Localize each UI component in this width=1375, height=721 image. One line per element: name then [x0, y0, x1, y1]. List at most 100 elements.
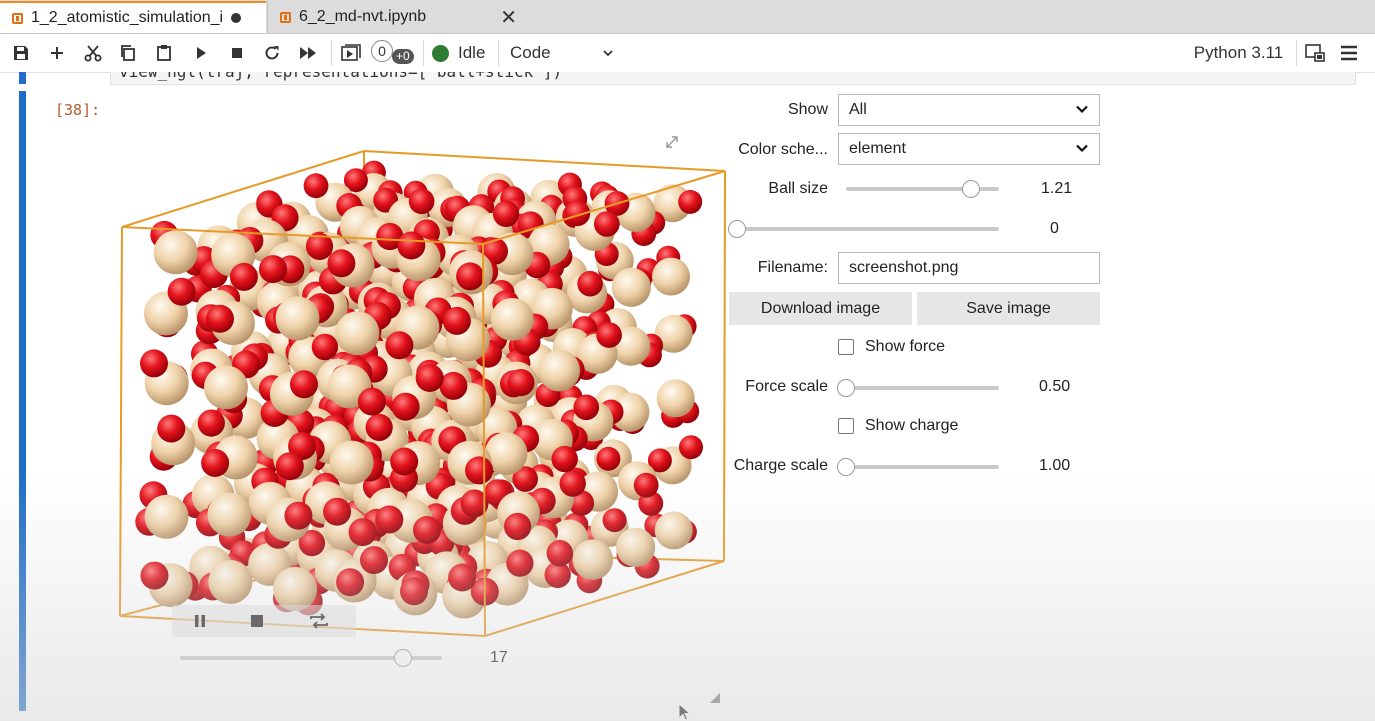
- cation-atom: [611, 267, 651, 307]
- active-cell-indicator[interactable]: [19, 91, 26, 711]
- oxygen-atom: [596, 322, 622, 348]
- show-force-label: Show force: [865, 338, 946, 355]
- color-scheme-label: Color sche...: [738, 141, 828, 158]
- oxygen-atom: [439, 371, 468, 400]
- force-scale-slider-thumb[interactable]: [837, 379, 855, 397]
- execution-count: 0: [371, 40, 393, 62]
- oxygen-atom: [390, 447, 419, 476]
- oxygen-atom: [413, 516, 441, 544]
- oxygen-atom: [259, 255, 287, 284]
- force-scale-label: Force scale: [745, 378, 828, 395]
- cut-icon[interactable]: [80, 34, 106, 72]
- tab-notebook-1[interactable]: 1_2_atomistic_simulation_i: [0, 1, 266, 33]
- chevron-down-icon: [603, 50, 613, 57]
- cell-type-dropdown[interactable]: Code: [510, 34, 618, 72]
- oxygen-atom: [492, 200, 520, 227]
- kernel-status-label: Idle: [458, 43, 486, 62]
- oxygen-atom: [201, 449, 230, 477]
- add-icon[interactable]: [44, 34, 70, 72]
- chevron-down-icon: [1076, 144, 1088, 153]
- oxygen-atom: [397, 231, 426, 260]
- oxygen-atom: [229, 262, 258, 291]
- cation-atom: [207, 492, 252, 537]
- save-icon[interactable]: [8, 34, 34, 72]
- oxygen-atom: [442, 306, 471, 335]
- oxygen-atom: [206, 304, 234, 333]
- ball-size-slider-thumb[interactable]: [962, 180, 981, 198]
- color-scheme-value: element: [849, 140, 906, 157]
- color-scheme-select[interactable]: element: [838, 133, 1100, 165]
- show-charge-label: Show charge: [865, 417, 959, 434]
- filename-input[interactable]: screenshot.png: [838, 252, 1100, 284]
- execution-badge: +0: [392, 49, 414, 64]
- stop-icon[interactable]: [224, 34, 250, 72]
- download-image-button[interactable]: Download image: [729, 292, 912, 325]
- cell-type-label: Code: [510, 43, 551, 62]
- show-force-checkbox[interactable]: [838, 339, 854, 355]
- filename-label: Filename:: [757, 259, 828, 276]
- filename-value: screenshot.png: [849, 259, 959, 276]
- oxygen-atom: [633, 472, 659, 498]
- oxygen-atom: [577, 270, 603, 297]
- oxygen-atom: [408, 188, 435, 215]
- charge-scale-label: Charge scale: [733, 457, 828, 474]
- stop-icon[interactable]: [250, 614, 264, 628]
- present-icon[interactable]: [338, 34, 364, 72]
- copy-icon[interactable]: [115, 34, 141, 72]
- paste-icon[interactable]: [151, 34, 177, 72]
- frame-slider-thumb[interactable]: [393, 649, 412, 667]
- oxygen-atom: [348, 518, 377, 547]
- fast-forward-icon[interactable]: [295, 34, 321, 72]
- oxygen-atom: [602, 508, 627, 533]
- oxygen-atom: [679, 435, 703, 460]
- show-select[interactable]: All: [838, 94, 1100, 126]
- molecule-viewer[interactable]: [110, 130, 730, 650]
- notebook-toolbar: 0 +0 Idle Code Python 3.11: [0, 34, 1375, 73]
- oxygen-atom: [678, 189, 703, 214]
- kernel-name[interactable]: Python 3.11: [1186, 34, 1291, 72]
- code-line: view_ngl(traj, representations=["ball+st…: [119, 72, 562, 81]
- tab-label: 6_2_md-nvt.ipynb: [299, 8, 427, 25]
- molecule-render[interactable]: [110, 130, 730, 650]
- pause-icon[interactable]: [192, 613, 208, 629]
- cation-atom: [335, 311, 380, 356]
- opacity-slider[interactable]: [737, 227, 999, 231]
- oxygen-atom: [551, 445, 578, 473]
- run-icon[interactable]: [188, 34, 214, 72]
- close-icon[interactable]: ✕: [500, 5, 517, 30]
- charge-scale-slider-thumb[interactable]: [837, 458, 855, 476]
- toolbar-separator: [331, 40, 332, 66]
- tab-notebook-2[interactable]: 6_2_md-nvt.ipynb ✕: [267, 1, 529, 33]
- chevron-down-icon: [1076, 105, 1088, 114]
- previous-cell-input[interactable]: view_ngl(traj, representations=["ball+st…: [110, 72, 1356, 85]
- cation-atom: [652, 257, 690, 296]
- restart-icon[interactable]: [259, 34, 285, 72]
- tab-label: 1_2_atomistic_simulation_i: [31, 9, 224, 26]
- show-label: Show: [787, 101, 828, 118]
- force-scale-slider[interactable]: [846, 386, 999, 390]
- charge-scale-slider[interactable]: [846, 465, 999, 469]
- oxygen-atom: [573, 394, 600, 421]
- opacity-slider-thumb[interactable]: [728, 220, 746, 238]
- oxygen-atom: [290, 370, 318, 399]
- oxygen-atom: [415, 364, 444, 392]
- cation-atom: [144, 494, 189, 539]
- box-edge: [363, 150, 726, 172]
- oxygen-atom: [594, 211, 620, 237]
- oxygen-atom: [327, 249, 356, 278]
- ball-size-value: 1.21: [1041, 180, 1073, 197]
- kernel-usage-icon[interactable]: [1302, 34, 1328, 72]
- resize-handle-icon[interactable]: [709, 692, 721, 704]
- cation-atom: [275, 296, 320, 341]
- cation-atom: [329, 440, 374, 485]
- save-image-button[interactable]: Save image: [917, 292, 1100, 325]
- oxygen-atom: [375, 505, 404, 534]
- menu-icon[interactable]: [1336, 34, 1362, 72]
- fullscreen-icon[interactable]: [666, 136, 678, 148]
- ball-size-label: Ball size: [768, 180, 828, 197]
- mouse-cursor-icon: [678, 703, 692, 721]
- show-charge-checkbox[interactable]: [838, 418, 854, 434]
- oxygen-atom: [465, 456, 494, 485]
- unsaved-dot-icon: [231, 13, 242, 23]
- loop-icon[interactable]: [308, 612, 330, 630]
